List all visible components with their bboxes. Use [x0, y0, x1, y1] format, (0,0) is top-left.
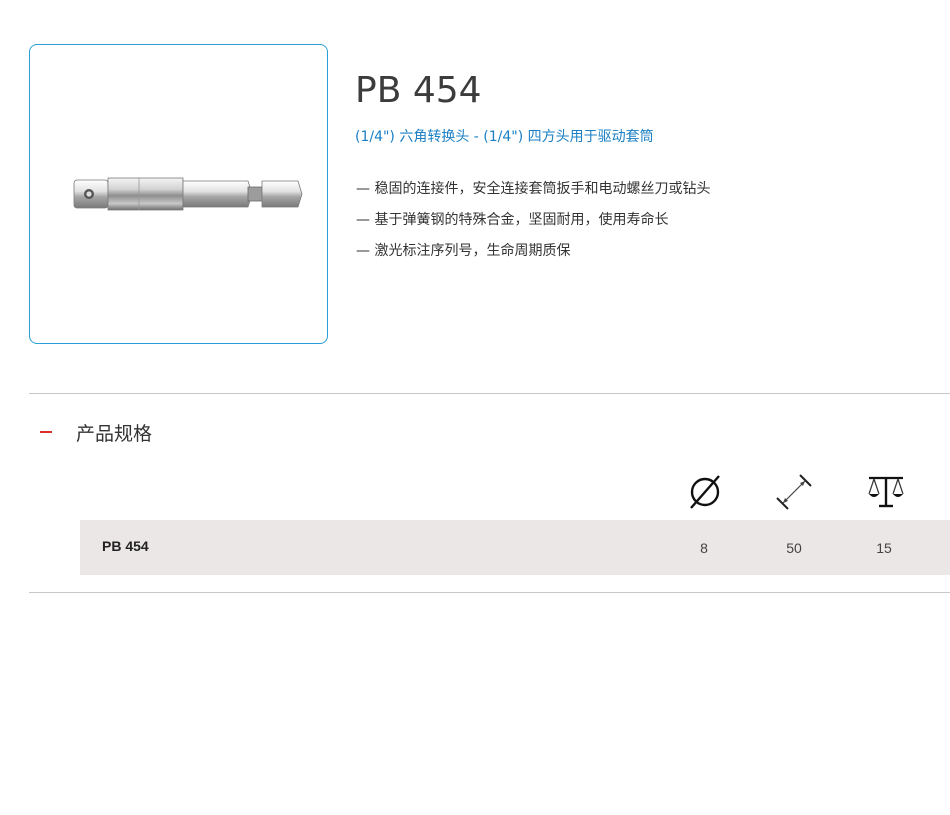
product-title: PB 454 — [355, 70, 482, 111]
feature-item: — 稳固的连接件，安全连接套筒扳手和电动螺丝刀或钻头 — [356, 181, 711, 197]
table-row: PB 454 8 50 15 — [80, 520, 950, 575]
specs-section-header[interactable]: 产品规格 — [40, 418, 152, 446]
diameter-icon — [690, 475, 720, 509]
spec-value-length: 50 — [786, 540, 802, 556]
specs-section-title: 产品规格 — [76, 422, 153, 445]
section-divider-top — [29, 393, 950, 394]
feature-item: — 基于弹簧钢的特殊合金，坚固耐用，使用寿命长 — [356, 212, 669, 228]
section-divider-bottom — [29, 592, 950, 593]
product-subtitle: (1/4") 六角转换头 - (1/4") 四方头用于驱动套筒 — [355, 129, 654, 145]
length-icon — [776, 474, 812, 510]
minus-collapse-icon[interactable] — [40, 431, 52, 433]
feature-item: — 激光标注序列号，生命周期质保 — [356, 243, 571, 259]
adapter-bit-icon — [73, 177, 303, 211]
spec-value-weight: 15 — [876, 540, 892, 556]
weight-scale-icon — [868, 476, 904, 508]
product-image-frame — [29, 44, 328, 344]
spec-value-diameter: 8 — [700, 540, 708, 556]
spec-product-name: PB 454 — [102, 538, 149, 554]
feature-list: — 稳固的连接件，安全连接套筒扳手和电动螺丝刀或钻头 — 基于弹簧钢的特殊合金，… — [356, 178, 710, 271]
